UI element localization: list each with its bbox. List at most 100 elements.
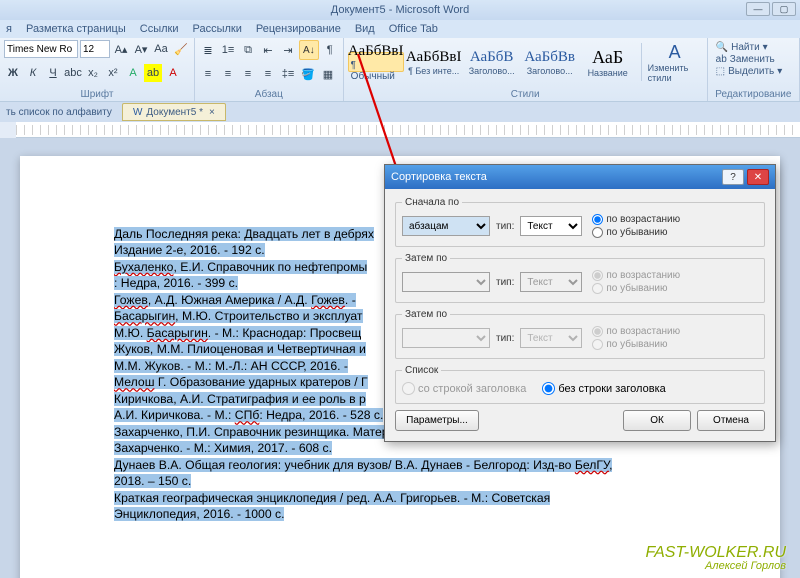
first-field-select[interactable]: абзацам [402,216,490,236]
sort-then2-fieldset: Затем по тип: Текст по возрастанию по уб… [395,309,765,359]
first-desc-radio[interactable]: по убыванию [592,227,680,238]
word-icon: W [133,107,142,118]
minimize-button[interactable]: — [746,2,770,16]
shrink-font-icon[interactable]: A▾ [132,40,150,58]
type-label-3: тип: [496,333,514,344]
window-titlebar: Документ5 - Microsoft Word — ▢ [0,0,800,20]
find-icon: 🔍 [716,42,728,53]
style-normal[interactable]: АаБбВвІ¶ Обычный [348,52,404,72]
tab-mailings[interactable]: Рассылки [193,23,242,35]
doctab-truncated[interactable]: ть список по алфавиту [0,107,118,118]
subscript-icon[interactable]: x₂ [84,64,102,82]
font-color-icon[interactable]: A [164,64,182,82]
decrease-indent-icon[interactable]: ⇤ [259,41,277,59]
change-case-icon[interactable]: Aa [152,40,170,58]
select-icon: ⬚ [716,66,725,77]
text-effects-icon[interactable]: A [124,64,142,82]
font-group: A▴ A▾ Aa 🧹 Ж К Ч abc x₂ x² A ab A Шрифт [0,38,195,101]
then1-desc-radio[interactable]: по убыванию [592,283,680,294]
select-button[interactable]: ⬚Выделить ▾ [716,66,791,77]
tab-references[interactable]: Ссылки [140,23,179,35]
cancel-button[interactable]: Отмена [697,410,765,431]
editing-group: 🔍Найти ▾ abЗаменить ⬚Выделить ▾ Редактир… [708,38,800,101]
bullets-icon[interactable]: ≣ [199,41,217,59]
close-tab-icon[interactable]: × [209,107,215,118]
align-right-icon[interactable]: ≡ [239,65,257,83]
tab-office-tab[interactable]: Office Tab [389,23,438,35]
numbering-icon[interactable]: 1≡ [219,41,237,59]
ribbon: A▴ A▾ Aa 🧹 Ж К Ч abc x₂ x² A ab A Шрифт … [0,38,800,102]
without-header-radio[interactable]: без строки заголовка [542,382,665,395]
style-heading1[interactable]: АаБбВЗаголово... [464,40,520,84]
styles-group-label: Стили [348,88,703,100]
tab-review[interactable]: Рецензирование [256,23,341,35]
multilevel-icon[interactable]: ⧉ [239,41,257,59]
first-type-select[interactable]: Текст [520,216,582,236]
with-header-radio[interactable]: со строкой заголовка [402,382,526,395]
align-center-icon[interactable]: ≡ [219,65,237,83]
style-title[interactable]: АаБНазвание [580,40,636,84]
font-group-label: Шрифт [4,88,190,100]
replace-button[interactable]: abЗаменить [716,54,791,65]
superscript-icon[interactable]: x² [104,64,122,82]
italic-icon[interactable]: К [24,64,42,82]
tab-home[interactable]: я [6,23,12,35]
then1-type-select[interactable]: Текст [520,272,582,292]
ok-button[interactable]: ОК [623,410,691,431]
then-by-label-2: Затем по [402,309,450,320]
dialog-title: Сортировка текста [391,171,487,183]
then2-type-select: Текст [520,328,582,348]
editing-group-label: Редактирование [712,88,795,100]
borders-icon[interactable]: ▦ [319,65,337,83]
then1-field-select[interactable] [402,272,490,292]
maximize-button[interactable]: ▢ [772,2,796,16]
then2-asc-radio: по возрастанию [592,326,680,337]
document-tabs: ть список по алфавиту WДокумент5 *× [0,102,800,122]
grow-font-icon[interactable]: A▴ [112,40,130,58]
params-button[interactable]: Параметры... [395,410,479,431]
type-label-2: тип: [496,277,514,288]
ruler[interactable] [16,122,800,138]
first-by-label: Сначала по [402,197,462,208]
style-no-spacing[interactable]: АаБбВвІ¶ Без инте... [406,40,462,84]
increase-indent-icon[interactable]: ⇥ [279,41,297,59]
tab-view[interactable]: Вид [355,23,375,35]
justify-icon[interactable]: ≡ [259,65,277,83]
doctab-active[interactable]: WДокумент5 *× [122,103,226,121]
then2-field-select [402,328,490,348]
then-by-label-1: Затем по [402,253,450,264]
line-spacing-icon[interactable]: ‡≡ [279,65,297,83]
list-label: Список [402,365,441,376]
strike-icon[interactable]: abc [64,64,82,82]
then2-desc-radio: по убыванию [592,339,680,350]
dialog-titlebar[interactable]: Сортировка текста ? ✕ [385,165,775,189]
window-title: Документ5 - Microsoft Word [331,4,469,16]
tab-page-layout[interactable]: Разметка страницы [26,23,126,35]
underline-icon[interactable]: Ч [44,64,62,82]
then1-asc-radio[interactable]: по возрастанию [592,270,680,281]
align-left-icon[interactable]: ≡ [199,65,217,83]
list-fieldset: Список со строкой заголовка без строки з… [395,365,765,404]
highlight-icon[interactable]: ab [144,64,162,82]
font-name-select[interactable] [4,40,78,58]
font-size-select[interactable] [80,40,110,58]
sort-then1-fieldset: Затем по тип: Текст по возрастанию по уб… [395,253,765,303]
watermark: FAST-WOLKER.RU Алексей Горлов [646,545,786,572]
dialog-help-button[interactable]: ? [722,169,744,185]
bold-icon[interactable]: Ж [4,64,22,82]
sort-button[interactable]: A↓ [299,40,319,60]
styles-group: АаБбВвІ¶ Обычный АаБбВвІ¶ Без инте... Аа… [344,38,708,101]
clear-formatting-icon[interactable]: 🧹 [172,40,190,58]
type-label-1: тип: [496,221,514,232]
change-styles-button[interactable]: AИзменить стили [647,40,703,84]
style-heading2[interactable]: АаБбВвЗаголово... [522,40,578,84]
shading-icon[interactable]: 🪣 [299,65,317,83]
change-styles-icon: A [669,42,681,63]
show-marks-icon[interactable]: ¶ [321,41,339,59]
dialog-close-button[interactable]: ✕ [747,169,769,185]
paragraph-group: ≣ 1≡ ⧉ ⇤ ⇥ A↓ ¶ ≡ ≡ ≡ ≡ ‡≡ 🪣 ▦ Абзац [195,38,344,101]
find-button[interactable]: 🔍Найти ▾ [716,42,791,53]
replace-icon: ab [716,54,727,65]
first-asc-radio[interactable]: по возрастанию [592,214,680,225]
sort-first-fieldset: Сначала по абзацам тип: Текст по возраст… [395,197,765,247]
